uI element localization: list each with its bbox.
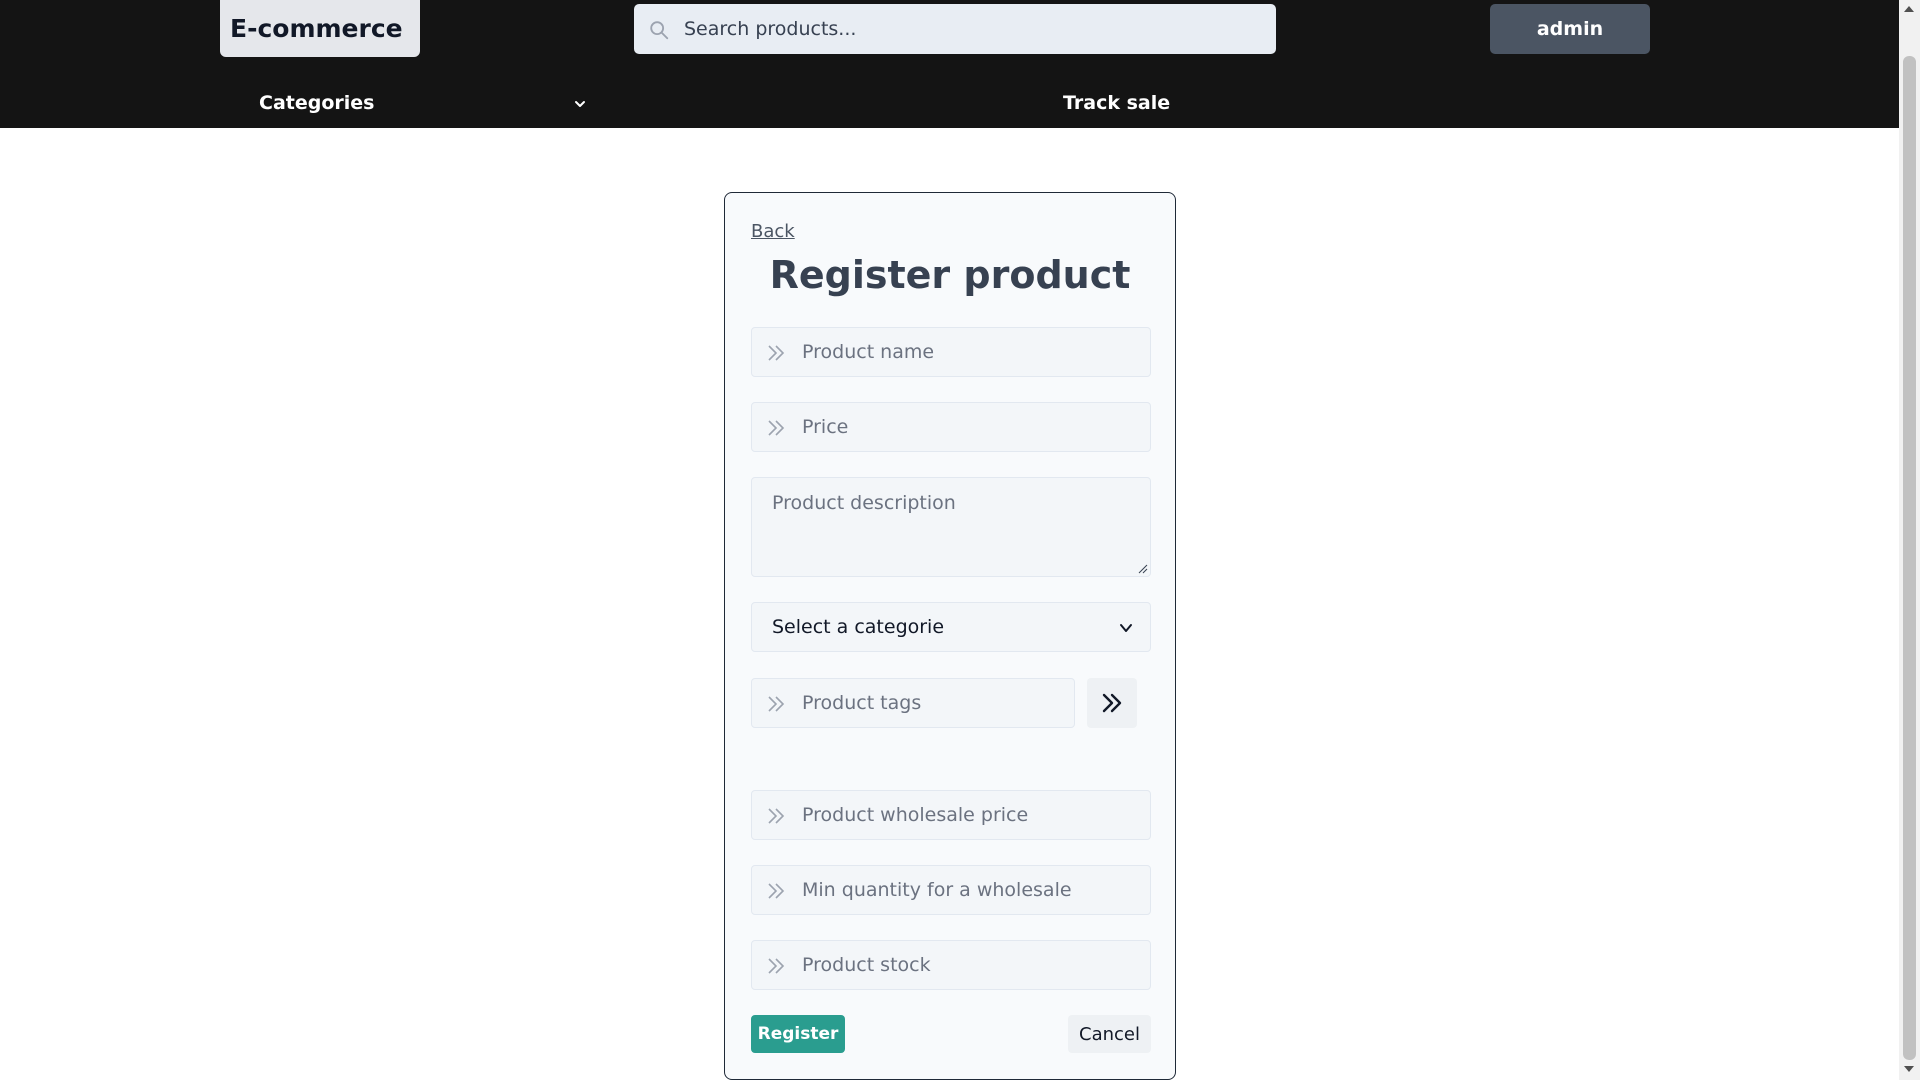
- min-wholesale-quantity-input[interactable]: [752, 866, 1150, 914]
- scroll-up-arrow-icon[interactable]: [1904, 6, 1914, 12]
- product-name-field: [751, 327, 1151, 377]
- nav-track-sale[interactable]: Track sale: [1063, 92, 1170, 114]
- search-icon: [650, 21, 669, 40]
- product-tags-field: [751, 678, 1075, 728]
- product-name-input[interactable]: [752, 328, 1150, 376]
- chevron-down-icon[interactable]: [572, 96, 588, 112]
- category-select-value: Select a categorie: [772, 616, 945, 638]
- page-scrollbar[interactable]: [1899, 0, 1920, 1080]
- cancel-button[interactable]: Cancel: [1068, 1015, 1151, 1053]
- scroll-down-arrow-icon[interactable]: [1904, 1066, 1914, 1072]
- page-title: Register product: [769, 253, 1131, 297]
- brand-logo[interactable]: E-commerce: [220, 0, 420, 57]
- category-select[interactable]: Select a categorie: [751, 602, 1151, 652]
- price-input[interactable]: [752, 403, 1150, 451]
- price-field: [751, 402, 1151, 452]
- search-input[interactable]: [634, 4, 1276, 54]
- double-chevron-right-icon: [1102, 693, 1122, 713]
- product-description-field: [751, 477, 1151, 577]
- product-description-textarea[interactable]: [752, 478, 1150, 576]
- add-tag-button[interactable]: [1087, 678, 1137, 728]
- product-tags-input[interactable]: [752, 679, 1074, 727]
- chevron-down-icon: [1120, 624, 1132, 632]
- user-menu-button[interactable]: admin: [1490, 4, 1650, 54]
- search-bar: [634, 4, 1276, 54]
- wholesale-price-input[interactable]: [752, 791, 1150, 839]
- nav-categories[interactable]: Categories: [259, 92, 374, 114]
- register-product-card: Back Register product Select a categorie: [724, 192, 1176, 1080]
- product-stock-input[interactable]: [752, 941, 1150, 989]
- resize-handle-icon[interactable]: [1136, 562, 1148, 574]
- min-wholesale-quantity-field: [751, 865, 1151, 915]
- scrollbar-thumb[interactable]: [1903, 56, 1916, 1060]
- product-stock-field: [751, 940, 1151, 990]
- register-button[interactable]: Register: [751, 1015, 845, 1053]
- top-navbar: E-commerce admin Categories Track sale: [0, 0, 1899, 128]
- back-link[interactable]: Back: [751, 221, 795, 242]
- wholesale-price-field: [751, 790, 1151, 840]
